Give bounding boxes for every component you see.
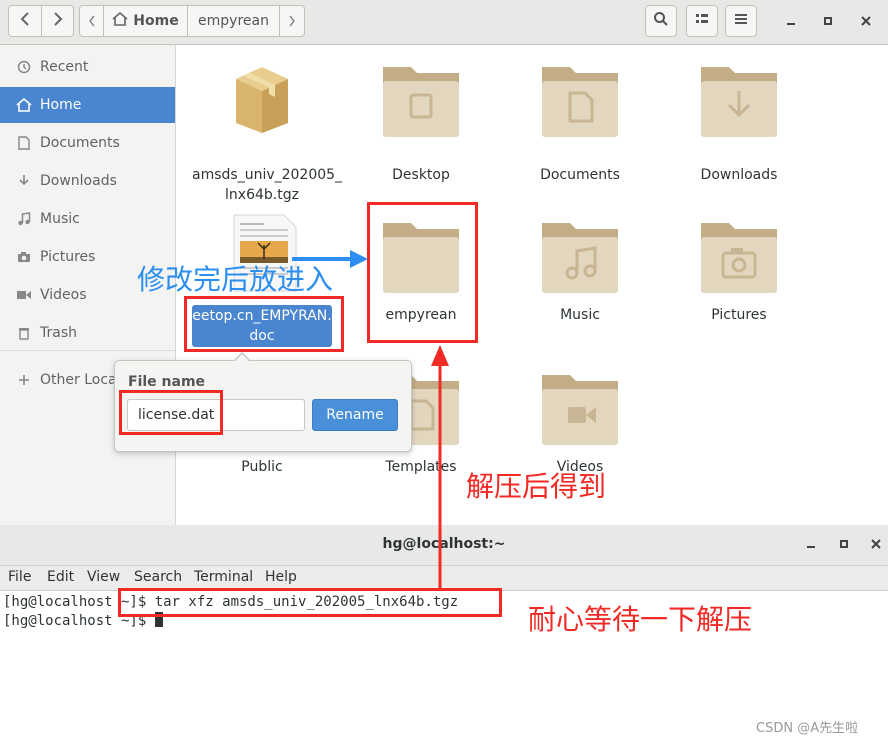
red-arrow bbox=[431, 345, 449, 590]
blue-arrow bbox=[292, 250, 368, 268]
annotation-arrows bbox=[292, 250, 449, 590]
